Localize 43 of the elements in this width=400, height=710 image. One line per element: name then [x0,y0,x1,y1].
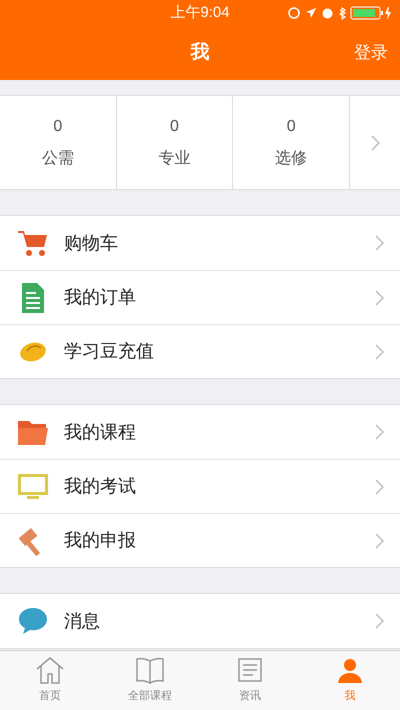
monitor-icon [18,474,48,500]
menu-item[interactable]: 我的申报 [0,513,400,567]
menu-label: 我的考试 [64,475,137,498]
chevron-right-icon [370,134,380,150]
bluetooth-icon [339,6,346,20]
menu-item[interactable]: 消息 [0,594,400,648]
chevron-right-icon [375,424,384,440]
menu-label: 购物车 [64,232,119,254]
stats-panel[interactable]: 0 公需 0 专业 0 选修 [0,95,400,190]
book-icon [135,656,165,684]
document-icon [22,282,44,312]
chevron-right-icon [375,235,384,251]
chevron-right-icon [375,613,384,629]
menu-item[interactable]: 我的考试 [0,459,400,513]
menu-item[interactable]: 购物车 [0,216,400,270]
chevron-right-icon [375,290,384,306]
stat-value: 0 [170,116,179,136]
menu-label: 我的申报 [64,529,137,552]
stat-label: 公需 [42,148,74,168]
menu-item[interactable]: 学习豆充值 [0,324,400,378]
home-icon [35,656,65,684]
stat-value: 0 [53,116,62,136]
chat-bubble-icon [18,607,48,635]
menu-item[interactable]: 我的订单 [0,270,400,324]
cart-icon [18,229,48,257]
menu-label: 我的订单 [64,286,137,309]
chevron-right-icon [375,532,384,548]
location-arrow-icon [306,8,316,18]
person-icon [335,656,365,684]
status-time: 上午9:04 [170,2,230,23]
chevron-right-icon [375,344,384,360]
bean-icon [19,340,47,362]
menu-label: 学习豆充值 [64,340,155,363]
stat-label: 专业 [158,148,190,168]
stat-label: 选修 [275,148,308,168]
menu-item[interactable]: 我的课程 [0,405,400,459]
battery-icon [350,5,392,21]
chevron-right-icon [375,478,384,494]
menu-label: 我的课程 [64,420,137,444]
stat-value: 0 [286,116,296,136]
page-title: 我 [190,40,210,65]
menu-label: 消息 [64,610,101,632]
folder-icon [18,419,48,445]
